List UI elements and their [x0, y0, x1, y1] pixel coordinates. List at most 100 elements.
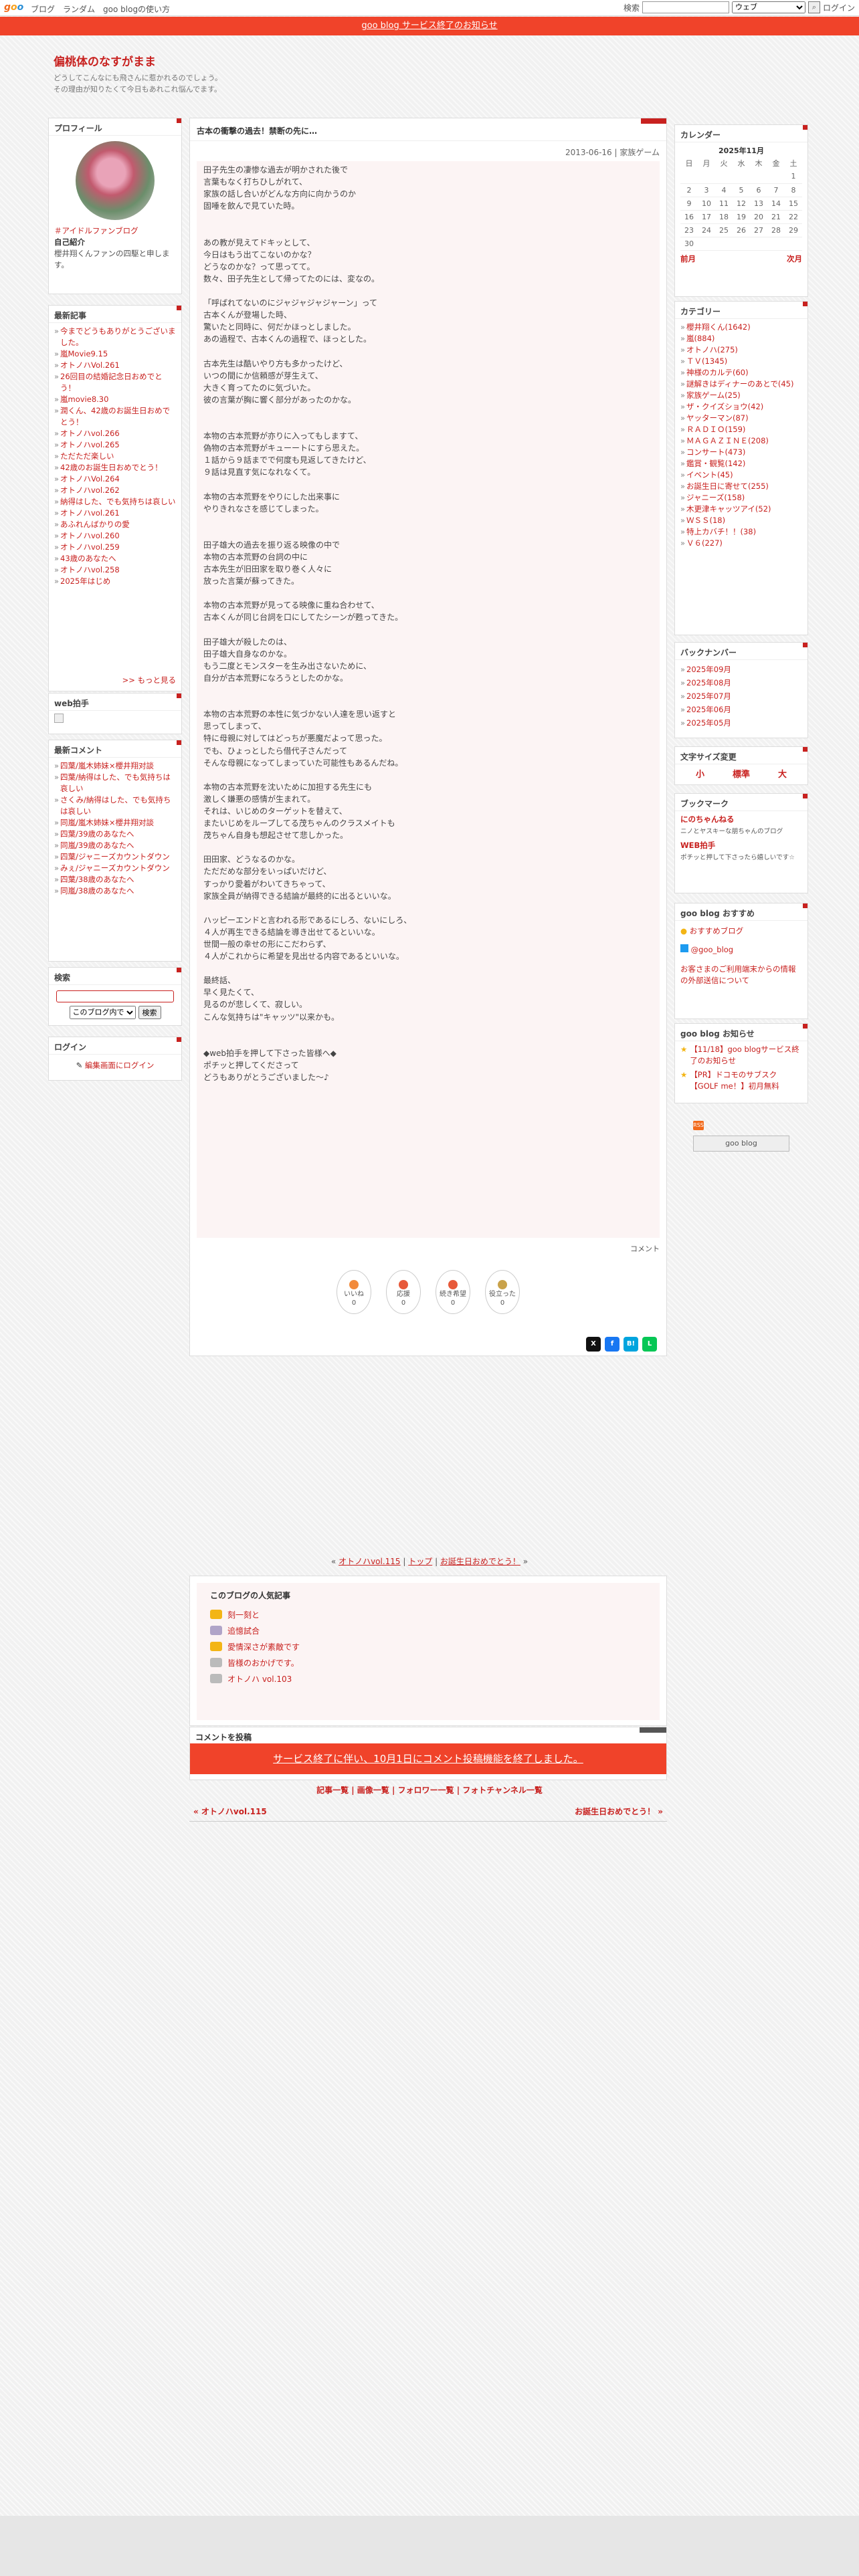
- category-link[interactable]: 嵐(884): [680, 333, 802, 344]
- news-link-2[interactable]: 【PR】ドコモのサブスク【GOLF me！】初月無料: [690, 1069, 802, 1092]
- popular-item-link[interactable]: 追憶試合: [227, 1625, 260, 1636]
- share-x-icon[interactable]: X: [586, 1337, 601, 1352]
- backnumber-link[interactable]: 2025年09月: [680, 663, 802, 676]
- calendar-next[interactable]: 次月: [787, 253, 802, 265]
- calendar-day[interactable]: 23: [680, 223, 698, 237]
- category-link[interactable]: 謎解きはディナーのあとで(45): [680, 379, 802, 390]
- recommend-blog-link[interactable]: おすすめブログ: [690, 926, 744, 936]
- category-link[interactable]: 鑑賞・観覧(142): [680, 458, 802, 469]
- bookmark-link-1[interactable]: にのちゃんねる: [680, 815, 735, 824]
- category-link[interactable]: ＴＶ(1345): [680, 356, 802, 367]
- blog-title[interactable]: 偏桃体のなすがまま: [54, 52, 156, 69]
- external-info-link[interactable]: お客さまのご利用端末からの情報の外部送信について: [680, 964, 796, 985]
- reaction-button[interactable]: 続き希望 0: [436, 1270, 470, 1314]
- calendar-day[interactable]: 17: [698, 210, 715, 224]
- search-input[interactable]: [642, 1, 729, 13]
- comment-link[interactable]: コメント: [630, 1243, 660, 1254]
- recent-post-link[interactable]: 2025年はじめ: [54, 576, 176, 587]
- recent-post-link[interactable]: 嵐movie8.30: [54, 394, 176, 405]
- recent-post-link[interactable]: オトノハVol.264: [54, 473, 176, 485]
- calendar-day[interactable]: 18: [715, 210, 733, 224]
- category-link[interactable]: 神様のカルテ(60): [680, 367, 802, 379]
- share-facebook-icon[interactable]: f: [605, 1337, 619, 1352]
- backnumber-link[interactable]: 2025年05月: [680, 716, 802, 730]
- rss-icon[interactable]: RSS: [693, 1121, 704, 1130]
- recent-post-link[interactable]: 今までどうもありがとうございました。: [54, 326, 176, 348]
- popular-item[interactable]: 刻一刻と: [210, 1606, 646, 1622]
- edit-login-link[interactable]: 編集画面にログイン: [85, 1061, 155, 1070]
- bookmark-link-2[interactable]: WEB拍手: [680, 841, 715, 850]
- popular-item-link[interactable]: 愛情深さが素敵です: [227, 1641, 300, 1652]
- calendar-day[interactable]: 5: [733, 183, 750, 197]
- recent-post-link[interactable]: ただただ楽しい: [54, 451, 176, 462]
- reaction-button[interactable]: 応援 0: [386, 1270, 421, 1314]
- reaction-button[interactable]: いいね 0: [337, 1270, 371, 1314]
- category-link[interactable]: ヤッターマン(87): [680, 413, 802, 424]
- calendar-day[interactable]: 14: [767, 197, 785, 211]
- calendar-day[interactable]: 6: [750, 183, 767, 197]
- popular-item[interactable]: 追憶試合: [210, 1622, 646, 1638]
- more-link[interactable]: >> もっと見る: [122, 675, 176, 685]
- category-link[interactable]: Ｖ６(227): [680, 538, 802, 549]
- calendar-day[interactable]: 7: [767, 183, 785, 197]
- font-large[interactable]: 大: [778, 767, 787, 780]
- nav-next-link[interactable]: お誕生日おめでとう！: [440, 1557, 520, 1566]
- comment-closed-notice[interactable]: サービス終了に伴い、10月1日にコメント投稿機能を終了しました。: [190, 1743, 666, 1774]
- article-title[interactable]: 古本の衝撃の過去！禁断の先に…: [190, 118, 666, 141]
- font-small[interactable]: 小: [696, 767, 704, 780]
- recent-post-link[interactable]: 43歳のあなたへ: [54, 553, 176, 564]
- calendar-day[interactable]: 21: [767, 210, 785, 224]
- goo-blog-x-link[interactable]: @goo_blog: [691, 945, 733, 954]
- category-link[interactable]: 家族ゲーム(25): [680, 390, 802, 401]
- backnumber-link[interactable]: 2025年06月: [680, 703, 802, 716]
- recent-post-link[interactable]: オトノハvol.265: [54, 439, 176, 451]
- recent-comment-link[interactable]: 同嵐/39歳のあなたへ: [54, 840, 176, 851]
- blog-search-input[interactable]: [56, 990, 174, 1002]
- nav-top-link[interactable]: トップ: [408, 1557, 432, 1566]
- bottom-prev-link[interactable]: « オトノハvol.115: [193, 1806, 267, 1817]
- calendar-day[interactable]: 22: [785, 210, 802, 224]
- recent-post-link[interactable]: オトノハvol.261: [54, 508, 176, 519]
- category-link[interactable]: ジャニーズ(158): [680, 492, 802, 504]
- category-link[interactable]: 特上カバチ！！(38): [680, 526, 802, 538]
- font-standard[interactable]: 標準: [733, 767, 750, 780]
- calendar-day[interactable]: 10: [698, 197, 715, 211]
- calendar-day[interactable]: 28: [767, 223, 785, 237]
- share-line-icon[interactable]: L: [642, 1337, 657, 1352]
- recent-post-link[interactable]: オトノハVol.261: [54, 360, 176, 371]
- recent-comment-link[interactable]: 同嵐/嵐木姉妹×櫻井翔对談: [54, 817, 176, 829]
- search-scope-select[interactable]: ウェブ: [731, 1, 805, 13]
- calendar-day[interactable]: 1: [785, 170, 802, 184]
- recent-comment-link[interactable]: 四葉/ジャニーズカウントダウン: [54, 851, 176, 863]
- calendar-day[interactable]: 3: [698, 183, 715, 197]
- calendar-day[interactable]: 2: [680, 183, 698, 197]
- recent-comment-link[interactable]: 同嵐/38歳のあなたへ: [54, 885, 176, 897]
- popular-item[interactable]: 皆様のおかげです。: [210, 1654, 646, 1671]
- recent-post-link[interactable]: 潤くん、42歳のお誕生日おめでとう！: [54, 405, 176, 428]
- recent-post-link[interactable]: オトノハvol.260: [54, 530, 176, 542]
- news-link-1[interactable]: 【11/18】goo blogサービス終了のお知らせ: [690, 1044, 802, 1067]
- calendar-day[interactable]: 30: [680, 237, 698, 251]
- recent-post-link[interactable]: 26回目の結婚記念日おめでとう！: [54, 371, 176, 394]
- category-link[interactable]: ＷＳＳ(18): [680, 515, 802, 526]
- reaction-button[interactable]: 役立った 0: [485, 1270, 520, 1314]
- calendar-day[interactable]: 25: [715, 223, 733, 237]
- category-link[interactable]: ＲＡＤＩＯ(159): [680, 424, 802, 435]
- recent-post-link[interactable]: オトノハvol.262: [54, 485, 176, 496]
- calendar-day[interactable]: 12: [733, 197, 750, 211]
- blog-search-scope[interactable]: このブログ内で: [69, 1005, 136, 1019]
- backnumber-link[interactable]: 2025年07月: [680, 689, 802, 703]
- category-link[interactable]: 櫻井翔くん(1642): [680, 322, 802, 333]
- recent-post-link[interactable]: 嵐Movie9.15: [54, 348, 176, 360]
- recent-comment-link[interactable]: 四葉/嵐木姉妹×櫻井翔对談: [54, 760, 176, 772]
- recent-post-link[interactable]: 42歳のお誕生日おめでとう！: [54, 462, 176, 473]
- nav-howto[interactable]: goo blogの使い方: [103, 3, 170, 15]
- calendar-day[interactable]: 8: [785, 183, 802, 197]
- category-link[interactable]: 木更津キャッツアイ(52): [680, 504, 802, 515]
- share-hatena-icon[interactable]: B!: [624, 1337, 638, 1352]
- calendar-day[interactable]: 27: [750, 223, 767, 237]
- popular-item-link[interactable]: オトノハ vol.103: [227, 1673, 292, 1685]
- popular-item[interactable]: オトノハ vol.103: [210, 1671, 646, 1687]
- backnumber-link[interactable]: 2025年08月: [680, 676, 802, 689]
- recent-post-link[interactable]: 納得はした、でも気持ちは哀しい: [54, 496, 176, 508]
